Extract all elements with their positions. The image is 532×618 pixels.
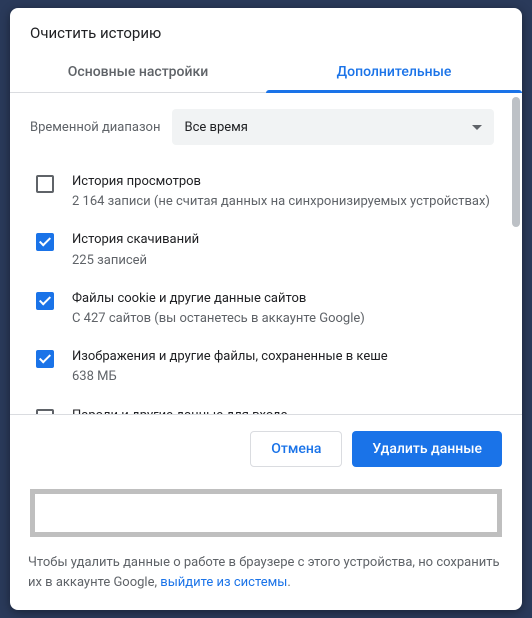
placeholder-box — [30, 489, 502, 537]
scrollbar-thumb[interactable] — [512, 97, 520, 227]
dialog-footer: Отмена Удалить данные — [10, 414, 522, 483]
item-label: Изображения и другие файлы, сохраненные … — [72, 348, 388, 366]
item-cache: Изображения и другие файлы, сохраненные … — [30, 338, 514, 396]
tabs: Основные настройки Дополнительные — [10, 54, 522, 93]
chevron-down-icon — [472, 125, 482, 130]
item-sub: С 427 сайтов (вы останетесь в аккаунте G… — [72, 310, 365, 328]
item-label: История просмотров — [72, 173, 490, 191]
item-download-history: История скачиваний 225 записей — [30, 221, 514, 279]
time-range-value: Все время — [184, 120, 247, 135]
item-sub: 225 записей — [72, 252, 199, 270]
item-sub: 638 МБ — [72, 368, 388, 386]
clear-data-button[interactable]: Удалить данные — [352, 431, 502, 467]
dialog-body: Временной диапазон Все время История про… — [10, 93, 522, 414]
note-text-after: . — [287, 575, 290, 590]
item-sub: 2 164 записи (не считая данных на синхро… — [72, 193, 490, 211]
clear-history-dialog: Очистить историю Основные настройки Допо… — [10, 8, 522, 610]
checkbox-browsing-history[interactable] — [36, 175, 54, 193]
checkbox-download-history[interactable] — [36, 233, 54, 251]
item-label: Файлы cookie и другие данные сайтов — [72, 290, 365, 308]
dialog-title: Очистить историю — [10, 8, 522, 54]
tab-basic[interactable]: Основные настройки — [10, 54, 266, 92]
item-browsing-history: История просмотров 2 164 записи (не счит… — [30, 163, 514, 221]
checkbox-passwords[interactable] — [36, 409, 54, 415]
footer-note: Чтобы удалить данные о работе в браузере… — [10, 551, 522, 610]
item-label: Пароли и другие данные для входа — [72, 407, 288, 415]
checkbox-cookies[interactable] — [36, 292, 54, 310]
item-cookies: Файлы cookie и другие данные сайтов С 42… — [30, 280, 514, 338]
item-passwords: Пароли и другие данные для входа 1 синхр… — [30, 397, 514, 415]
cancel-button[interactable]: Отмена — [250, 431, 342, 467]
time-range-row: Временной диапазон Все время — [30, 109, 514, 145]
time-range-label: Временной диапазон — [30, 120, 160, 135]
sign-out-link[interactable]: выйдите из системы — [160, 575, 287, 590]
item-label: История скачиваний — [72, 231, 199, 249]
time-range-select[interactable]: Все время — [172, 109, 494, 145]
checkbox-cache[interactable] — [36, 350, 54, 368]
tab-advanced[interactable]: Дополнительные — [266, 54, 522, 92]
